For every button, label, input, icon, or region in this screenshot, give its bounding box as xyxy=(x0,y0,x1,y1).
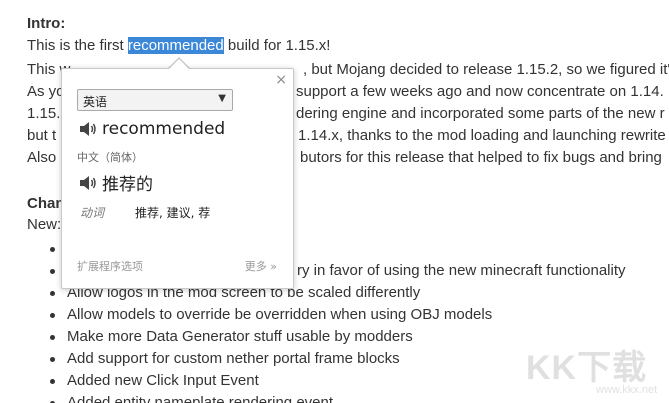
more-link[interactable]: 更多 » xyxy=(245,258,277,274)
article-line-4-start: 1.15. xyxy=(27,105,61,122)
article-line-5-start: but t xyxy=(27,127,57,144)
list-item: Allow models to override be overridden w… xyxy=(47,304,492,326)
part-of-speech-terms: 推荐, 建议, 荐 xyxy=(135,206,211,220)
article-line-6-end: butors for this release that helped to f… xyxy=(300,149,662,166)
line1-after: build for 1.15.x! xyxy=(223,37,331,54)
list-item: Added entity nameplate rendering event xyxy=(47,392,492,403)
article-line-4-end: dering engine and incorporated some part… xyxy=(296,105,665,122)
article-line-6-start: Also xyxy=(27,149,57,166)
speaker-icon[interactable] xyxy=(79,175,97,191)
watermark-logo: KK下载 xyxy=(526,349,648,387)
list-item: Make more Data Generator stuff usable by… xyxy=(47,326,492,348)
popup-arrow xyxy=(169,59,189,69)
article-line-3-end: support a few weeks ago and now concentr… xyxy=(296,83,664,100)
line1-before: This is the first xyxy=(27,37,128,54)
article-line-1: This is the first recommended build for … xyxy=(27,36,330,56)
source-word: recommended xyxy=(102,119,226,139)
article-line-2-end: , but Mojang decided to release 1.15.2, … xyxy=(303,61,669,78)
list-item-text: ry in favor of using the new minecraft f… xyxy=(297,262,626,279)
watermark-url: www.kkx.net xyxy=(596,384,658,396)
source-language-select[interactable]: 英语 ▼ xyxy=(77,89,233,111)
new-label: New: xyxy=(27,216,62,233)
chevron-down-icon: ▼ xyxy=(218,93,226,104)
source-language-value: 英语 xyxy=(83,95,108,109)
article-line-5-end: 1.14.x, thanks to the mod loading and la… xyxy=(298,127,666,144)
close-icon[interactable]: × xyxy=(275,72,287,88)
watermark: KK下载 www.kkx.net xyxy=(526,340,666,400)
part-of-speech: 动词 xyxy=(80,206,105,220)
source-word-row: recommended xyxy=(79,119,225,139)
translation-popup: × 英语 ▼ recommended 中文（简体） 推荐的 动词 推荐, 建议,… xyxy=(61,68,294,289)
changes-heading: Chan xyxy=(27,195,65,212)
extension-options-link[interactable]: 扩展程序选项 xyxy=(77,258,143,274)
speaker-icon[interactable] xyxy=(79,121,97,137)
translation-row: 推荐的 xyxy=(79,170,153,195)
selected-word[interactable]: recommended xyxy=(127,37,224,54)
target-language-label: 中文（简体） xyxy=(77,151,143,164)
list-item: Add support for custom nether portal fra… xyxy=(47,348,492,370)
article-line-3-start: As yo xyxy=(27,83,65,100)
list-item: Added new Click Input Event xyxy=(47,370,492,392)
intro-heading: Intro: xyxy=(27,15,66,32)
translation-text: 推荐的 xyxy=(102,175,153,195)
